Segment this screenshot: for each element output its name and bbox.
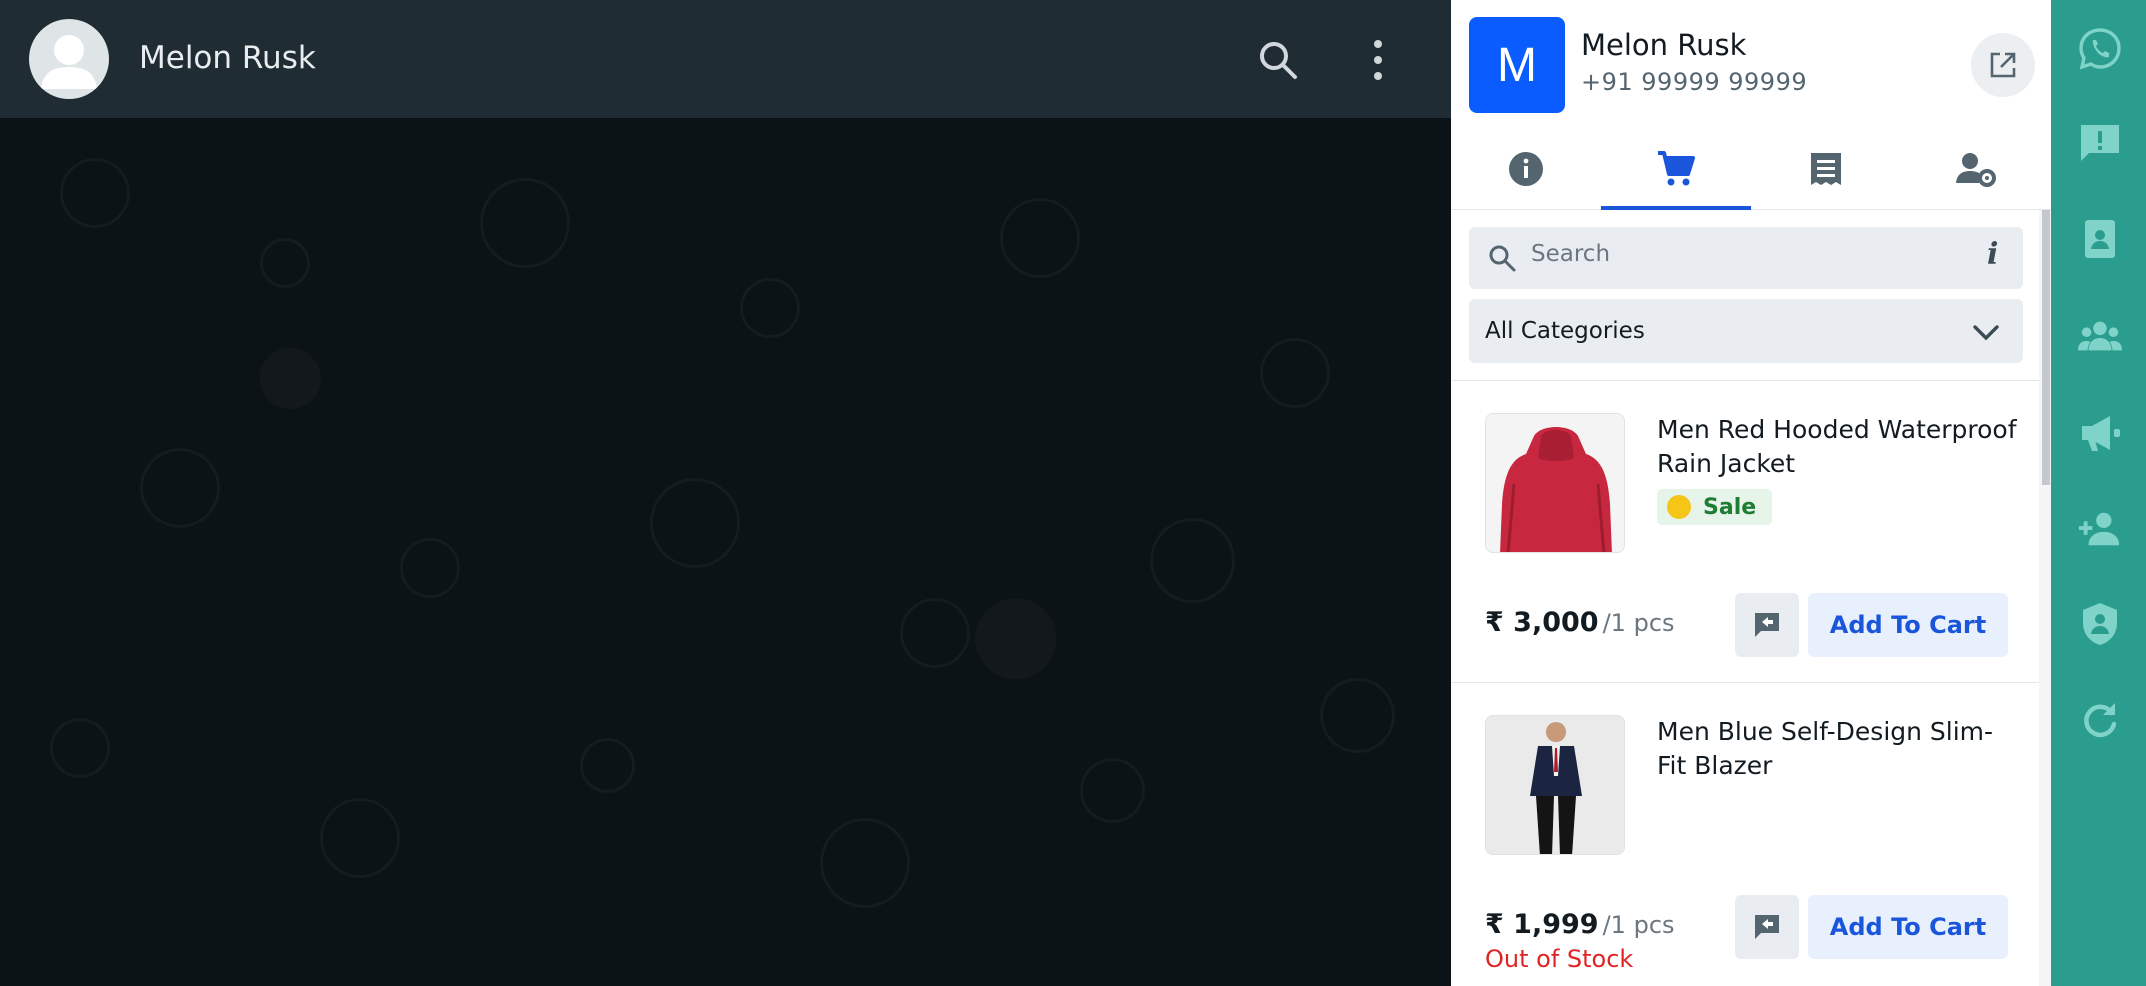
tab-orders[interactable]	[1751, 130, 1901, 208]
info-icon[interactable]: i	[1987, 237, 1998, 272]
add-to-cart-button[interactable]: Add To Cart	[1808, 593, 2008, 657]
open-external-button[interactable]	[1971, 33, 2035, 97]
chevron-down-icon	[1973, 325, 1999, 341]
right-rail	[2051, 0, 2146, 986]
receipt-icon	[1811, 153, 1841, 185]
contact-panel: M Melon Rusk +91 99999 99999 Search i Al…	[1451, 0, 2051, 986]
contact-phone: +91 99999 99999	[1581, 68, 1808, 96]
tab-catalog[interactable]	[1601, 130, 1751, 210]
user-settings-icon	[1956, 153, 1996, 187]
category-dropdown[interactable]: All Categories	[1469, 299, 2023, 363]
cart-icon	[1658, 151, 1695, 186]
sale-badge-label: Sale	[1703, 494, 1757, 520]
contact-book-icon[interactable]	[2077, 216, 2123, 262]
open-external-icon	[1990, 52, 2016, 78]
send-to-chat-icon	[1755, 915, 1779, 939]
product-image[interactable]	[1485, 715, 1625, 855]
product-price: ₹ 1,999/1 pcs	[1485, 909, 1675, 940]
megaphone-icon[interactable]	[2077, 410, 2123, 456]
product-price: ₹ 3,000/1 pcs	[1485, 607, 1675, 638]
scrollbar-thumb[interactable]	[2042, 210, 2050, 485]
product-card: Men Blue Self-Design Slim-Fit Blazer ₹ 1…	[1451, 683, 2039, 985]
search-icon	[1489, 245, 1516, 272]
chat-wallpaper	[0, 118, 1451, 986]
chat-contact-name[interactable]: Melon Rusk	[139, 40, 316, 76]
price-value: ₹ 3,000	[1485, 607, 1599, 638]
product-card: Men Red Hooded Waterproof Rain Jacket Sa…	[1451, 381, 2039, 683]
add-to-cart-button[interactable]: Add To Cart	[1808, 895, 2008, 959]
price-unit: /1 pcs	[1602, 609, 1675, 637]
refresh-icon[interactable]	[2077, 697, 2123, 743]
sale-badge: Sale	[1657, 489, 1773, 525]
report-icon[interactable]	[2077, 121, 2123, 167]
send-product-button[interactable]	[1735, 593, 1799, 657]
product-image[interactable]	[1485, 413, 1625, 553]
product-title: Men Red Hooded Waterproof Rain Jacket	[1657, 415, 2017, 478]
contact-name: Melon Rusk	[1581, 28, 1747, 62]
shield-icon[interactable]	[2077, 601, 2123, 647]
contact-avatar: M	[1469, 17, 1565, 113]
tab-info[interactable]	[1451, 130, 1601, 208]
add-person-icon[interactable]	[2077, 506, 2123, 552]
default-avatar-icon	[41, 35, 97, 89]
chat-header: Melon Rusk	[0, 0, 1451, 118]
tab-user-settings[interactable]	[1901, 130, 2051, 208]
price-value: ₹ 1,999	[1485, 909, 1599, 940]
groups-icon[interactable]	[2077, 314, 2123, 360]
send-product-button[interactable]	[1735, 895, 1799, 959]
info-icon	[1509, 152, 1543, 186]
money-face-icon	[1667, 495, 1691, 519]
panel-tabs	[1451, 130, 2051, 210]
price-unit: /1 pcs	[1602, 911, 1675, 939]
search-input[interactable]	[1531, 241, 1951, 267]
send-to-chat-icon	[1755, 613, 1779, 637]
product-title: Men Blue Self-Design Slim-Fit Blazer	[1657, 717, 1994, 780]
more-options-icon[interactable]	[1366, 38, 1390, 82]
stock-status: Out of Stock	[1485, 945, 1634, 973]
catalog-search: i	[1469, 227, 2023, 289]
search-icon[interactable]	[1256, 38, 1300, 82]
chat-avatar[interactable]	[29, 19, 109, 99]
whatsapp-icon[interactable]	[2077, 26, 2123, 72]
category-selected: All Categories	[1485, 318, 1645, 344]
